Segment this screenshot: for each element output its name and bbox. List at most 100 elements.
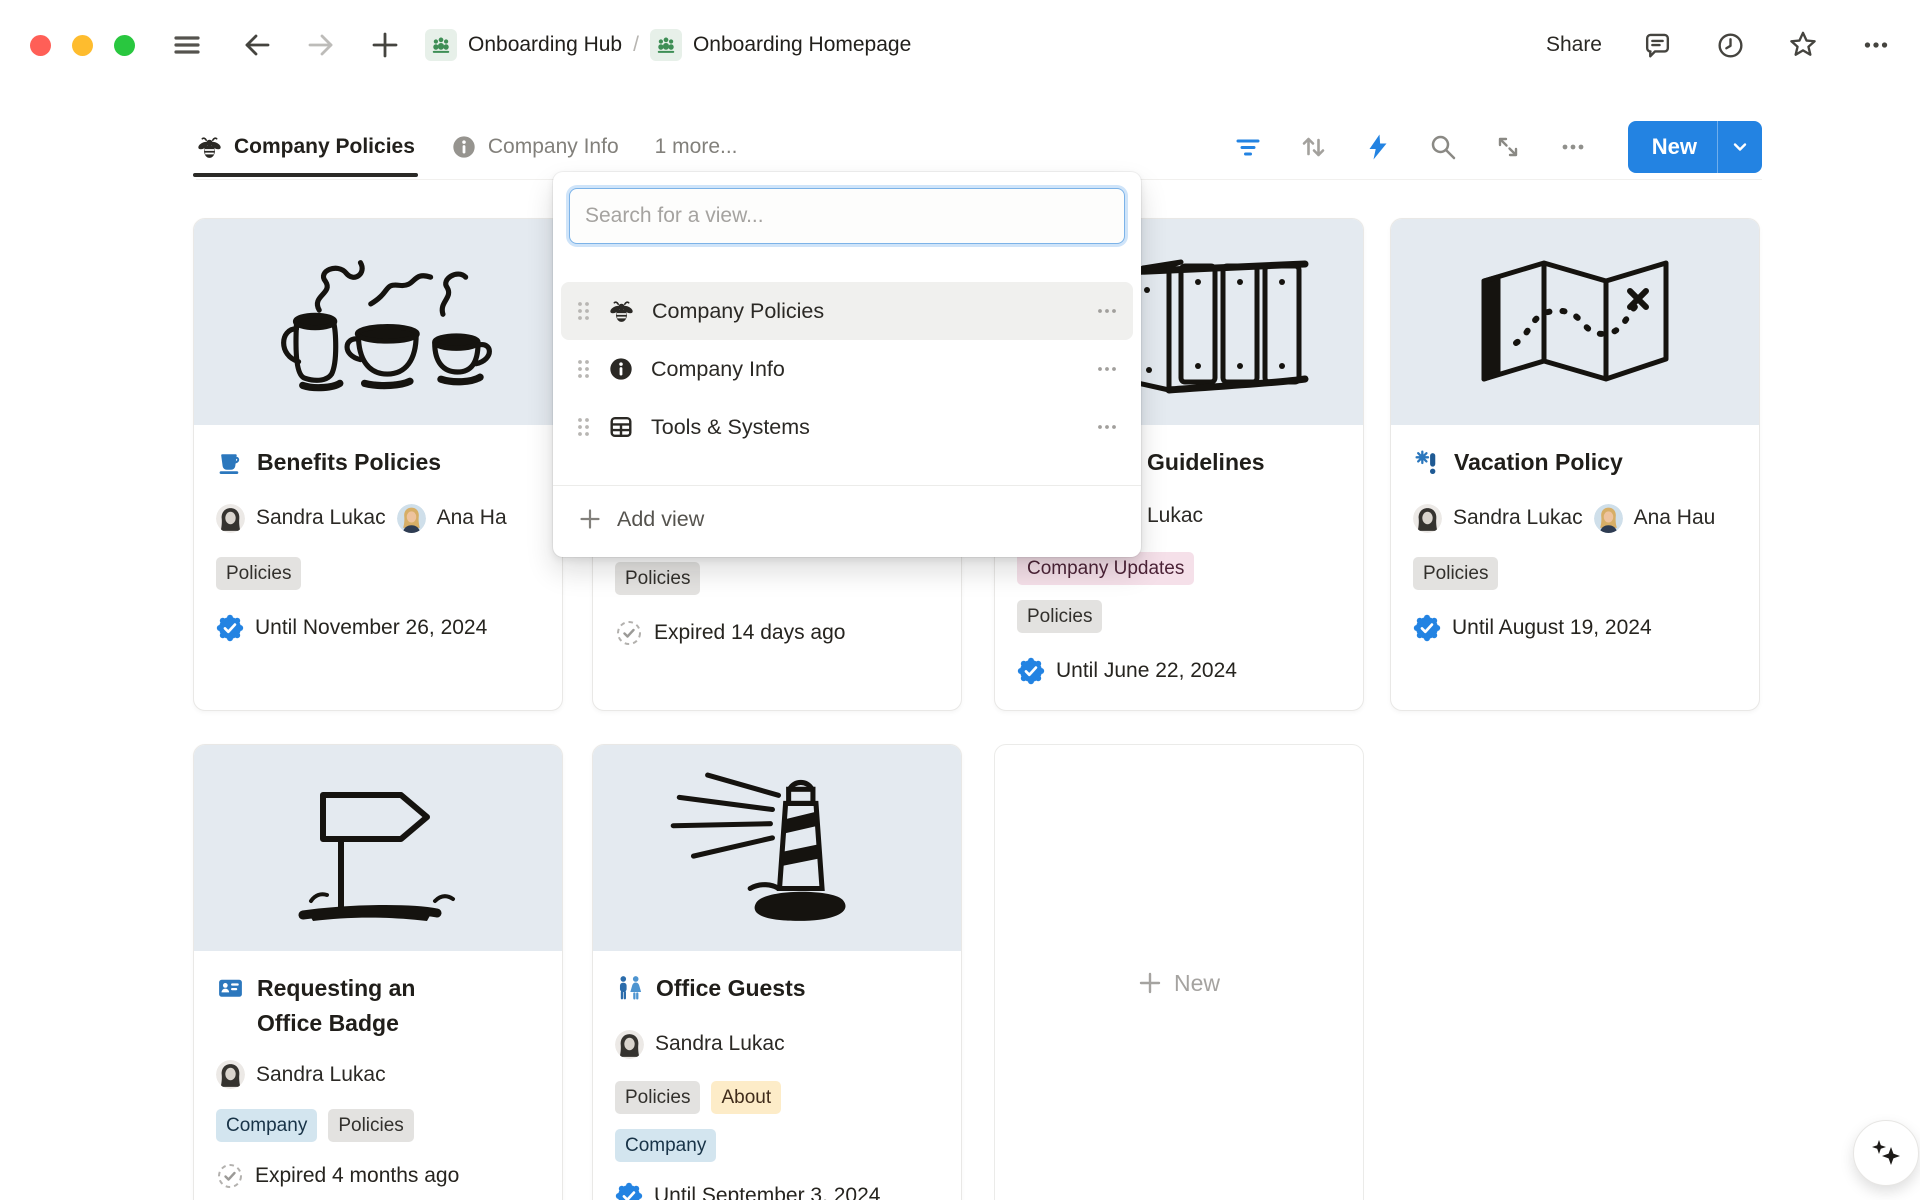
view-item-label: Company Info: [651, 357, 1079, 382]
signpost-illustration: [194, 745, 562, 951]
add-view-button[interactable]: Add view: [553, 494, 1141, 544]
vacation-sun-icon: [1413, 448, 1442, 477]
view-item-options-icon[interactable]: [1096, 300, 1118, 322]
avatar: [397, 504, 426, 533]
drag-handle-icon[interactable]: [576, 300, 591, 322]
plus-icon: [1138, 971, 1162, 995]
favorite-star-icon[interactable]: [1785, 27, 1821, 63]
card-vacation-policy[interactable]: Vacation Policy Sandra Lukac Ana Hau Pol…: [1390, 218, 1760, 711]
view-item-label: Tools & Systems: [651, 415, 1079, 440]
verified-badge-icon: [1017, 657, 1045, 685]
tag-policies: Policies: [1017, 600, 1102, 633]
bee-icon: [196, 134, 223, 161]
card-people: Sandra Lukac Ana Hau: [1413, 504, 1737, 533]
card-title: Vacation Policy: [1454, 445, 1623, 480]
bee-icon: [608, 298, 635, 325]
tag-policies: Policies: [216, 557, 301, 590]
share-button[interactable]: Share: [1546, 33, 1602, 57]
new-card-button[interactable]: New: [994, 744, 1364, 1200]
status-text: Expired 4 months ago: [255, 1164, 459, 1188]
card-tags: Policies About: [615, 1081, 939, 1114]
comments-icon[interactable]: [1639, 27, 1675, 63]
avatar: [1413, 504, 1442, 533]
search-icon[interactable]: [1425, 129, 1461, 165]
new-button[interactable]: New: [1628, 121, 1717, 173]
new-card-inner: New: [1138, 970, 1220, 997]
card-office-guests[interactable]: Office Guests Sandra Lukac Policies Abou…: [592, 744, 962, 1200]
close-window-button[interactable]: [30, 35, 51, 56]
avatar: [1594, 504, 1623, 533]
map-illustration: [1391, 219, 1759, 425]
tab-company-policies[interactable]: Company Policies: [196, 134, 415, 161]
add-view-label: Add view: [617, 507, 704, 532]
card-title-row: Office Guests: [615, 971, 939, 1006]
tab-company-info[interactable]: Company Info: [451, 134, 619, 160]
back-icon[interactable]: [239, 27, 275, 63]
view-menu-item-tools-systems[interactable]: Tools & Systems: [561, 398, 1133, 456]
view-menu-item-company-policies[interactable]: Company Policies: [561, 282, 1133, 340]
card-tags: Policies: [216, 557, 540, 590]
sort-icon[interactable]: [1295, 129, 1331, 165]
view-item-options-icon[interactable]: [1096, 358, 1118, 380]
card-title-row: Requesting an Office Badge: [216, 971, 540, 1040]
tab-label: Company Policies: [234, 135, 415, 159]
table-icon: [608, 414, 634, 440]
drag-handle-icon[interactable]: [576, 358, 591, 380]
breadcrumb-current[interactable]: Onboarding Homepage: [650, 29, 911, 61]
breadcrumb-root-label: Onboarding Hub: [468, 33, 622, 57]
id-badge-icon: [216, 974, 245, 1003]
view-item-options-icon[interactable]: [1096, 416, 1118, 438]
view-switcher-menu: Company Policies Company Info: [553, 172, 1141, 557]
view-search: [569, 188, 1125, 244]
sidebar-menu-icon[interactable]: [169, 27, 205, 63]
card-title-row: Benefits Policies: [216, 445, 540, 480]
tab-label: Company Info: [488, 135, 619, 159]
tag-company: Company: [216, 1109, 317, 1142]
card-people: Sandra Lukac: [216, 1060, 540, 1089]
more-options-icon[interactable]: [1858, 27, 1894, 63]
verified-badge-icon: [1413, 614, 1441, 642]
minimize-window-button[interactable]: [72, 35, 93, 56]
plus-icon: [578, 507, 602, 531]
info-icon: [451, 134, 477, 160]
breadcrumb-current-label: Onboarding Homepage: [693, 33, 911, 57]
card-status: Until August 19, 2024: [1413, 614, 1737, 642]
view-options-icon[interactable]: [1555, 129, 1591, 165]
history-clock-icon[interactable]: [1712, 27, 1748, 63]
view-menu-item-company-info[interactable]: Company Info: [561, 340, 1133, 398]
automations-lightning-icon[interactable]: [1360, 129, 1396, 165]
view-toolbar: New: [1230, 121, 1762, 173]
view-item-label: Company Policies: [652, 299, 1079, 324]
card-title: Guidelines: [1147, 445, 1265, 480]
breadcrumb: Onboarding Hub / Onboarding Homepage: [425, 29, 911, 61]
card-tags: Company Policies: [216, 1109, 540, 1142]
status-text: Until November 26, 2024: [255, 616, 487, 640]
forward-icon[interactable]: [303, 27, 339, 63]
mugs-illustration: [194, 219, 562, 425]
card-status: Until June 22, 2024: [1017, 657, 1341, 685]
card-tags: Policies: [615, 562, 939, 595]
expand-view-icon[interactable]: [1490, 129, 1526, 165]
people-group-icon: [650, 29, 682, 61]
person-name: Sandra Lukac: [655, 1032, 785, 1056]
tag-company: Company: [615, 1129, 716, 1162]
verified-badge-icon: [216, 614, 244, 642]
drag-handle-icon[interactable]: [576, 416, 591, 438]
card-requesting-office-badge[interactable]: Requesting an Office Badge Sandra Lukac …: [193, 744, 563, 1200]
info-icon: [608, 356, 634, 382]
card-content: Vacation Policy Sandra Lukac Ana Hau Pol…: [1391, 425, 1759, 642]
view-list: Company Policies Company Info: [561, 282, 1133, 456]
filter-icon[interactable]: [1230, 129, 1266, 165]
view-search-input[interactable]: [569, 188, 1125, 244]
lighthouse-illustration: [593, 745, 961, 951]
card-benefits-policies[interactable]: Benefits Policies Sandra Lukac Ana Ha Po…: [193, 218, 563, 711]
new-button-chevron-icon[interactable]: [1718, 121, 1762, 173]
expired-check-icon: [615, 619, 643, 647]
tag-about: About: [711, 1081, 781, 1114]
new-page-plus-icon[interactable]: [367, 27, 403, 63]
breadcrumb-root[interactable]: Onboarding Hub: [425, 29, 622, 61]
ai-assistant-button[interactable]: [1853, 1120, 1919, 1186]
window-controls: [30, 35, 135, 56]
zoom-window-button[interactable]: [114, 35, 135, 56]
more-views-link[interactable]: 1 more...: [655, 135, 738, 159]
